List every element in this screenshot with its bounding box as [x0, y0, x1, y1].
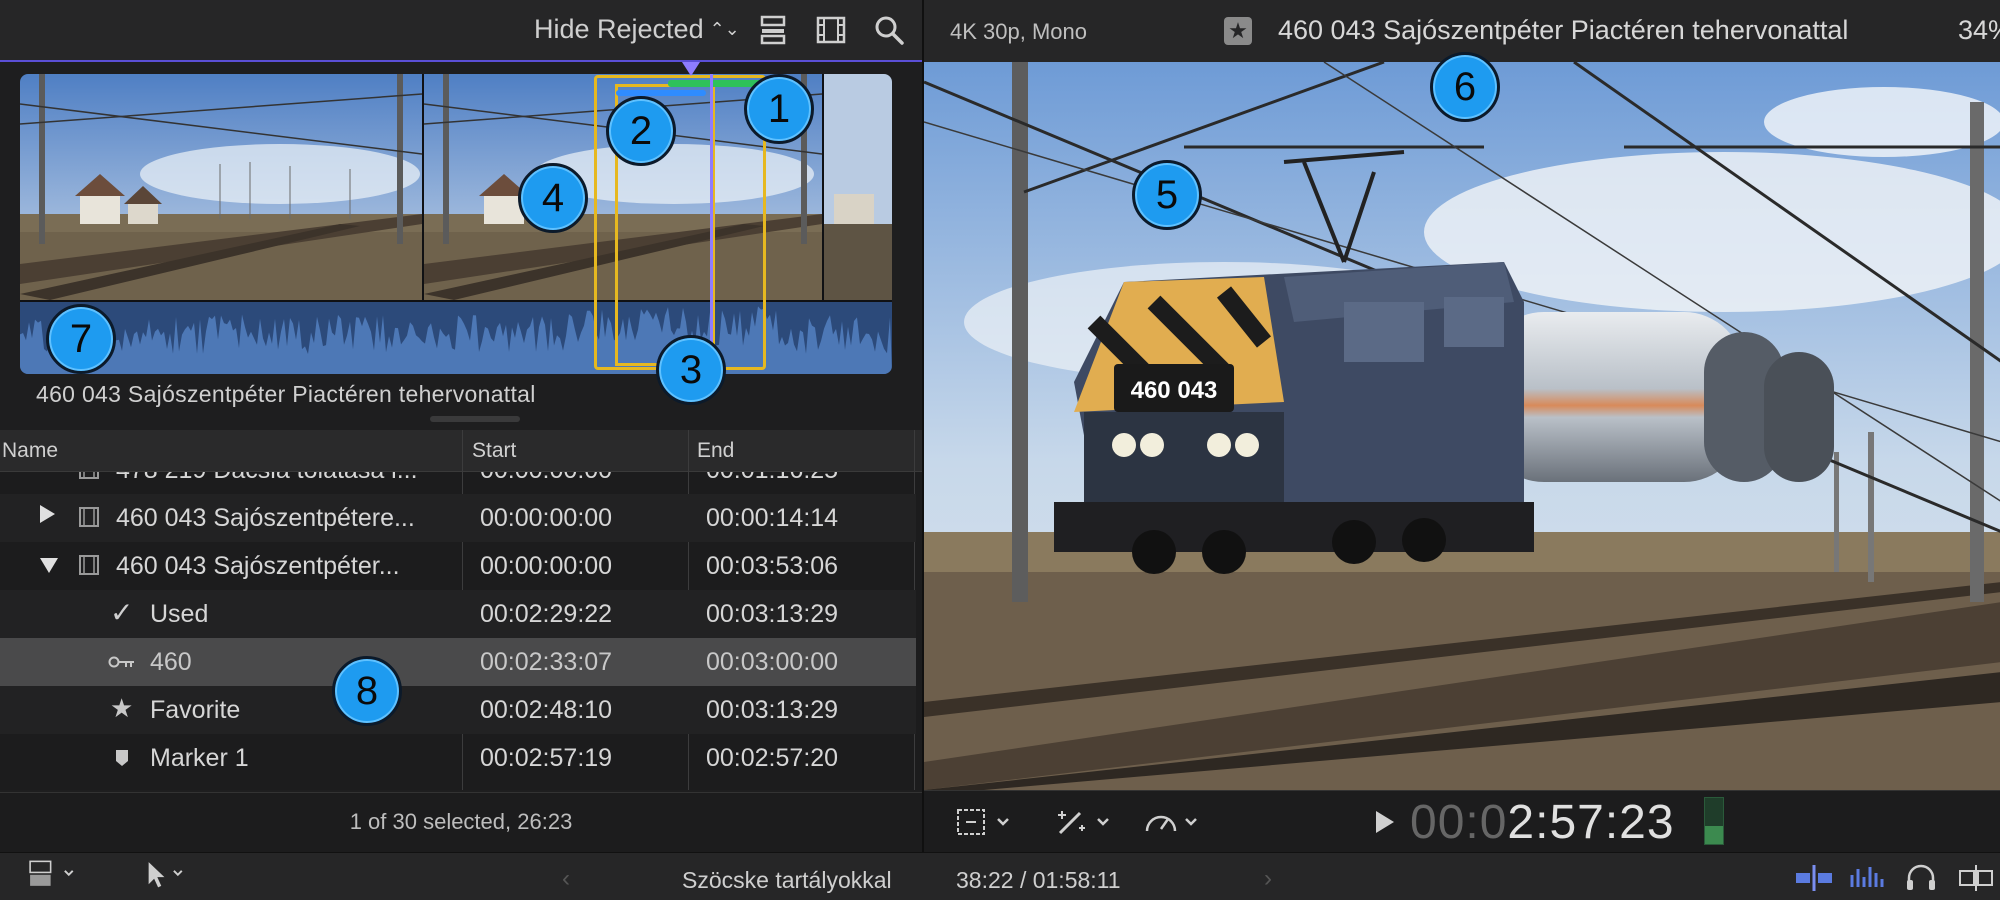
format-info: 4K 30p, Mono	[950, 19, 1087, 44]
keyword-range-bar	[616, 90, 706, 96]
star-icon: ★	[110, 693, 134, 723]
range-end: 00:03:00:00	[706, 648, 839, 676]
pane-divider-handle[interactable]	[430, 416, 520, 422]
clip-name: 460 043 Sajószentpéter...	[116, 552, 400, 580]
range-start: 00:02:33:07	[480, 648, 613, 676]
range-end: 00:03:13:29	[706, 600, 839, 628]
range-name: Marker 1	[150, 744, 249, 772]
chevron-updown-icon: ⌃⌄	[709, 19, 740, 39]
timeline-duration: 38:22 / 01:58:11	[956, 867, 1121, 893]
callout-1: 1	[744, 74, 814, 144]
column-header-name[interactable]: Name	[2, 439, 58, 463]
back-arrow-icon[interactable]: ‹	[562, 865, 570, 893]
callout-3: 3	[656, 335, 726, 405]
snapping-icon[interactable]	[1956, 863, 1996, 893]
search-icon[interactable]	[872, 13, 906, 47]
filmstrip-clip-title: 460 043 Sajószentpéter Piactéren tehervo…	[36, 381, 536, 407]
forward-arrow-icon[interactable]: ›	[1264, 865, 1272, 893]
clip-icon	[79, 472, 99, 479]
list-item[interactable]: ★ Favorite 00:02:48:10 00:03:13:29	[0, 686, 916, 734]
range-start: 00:02:48:10	[480, 696, 613, 724]
play-button[interactable]	[1376, 811, 1394, 833]
layout-icon[interactable]	[18, 859, 88, 889]
list-item[interactable]: 478 219 Dacsia tolatása l... 00:00:00:00…	[0, 472, 916, 494]
selection-status: 1 of 30 selected, 26:23	[349, 809, 573, 834]
favorite-star-icon: ★	[1224, 17, 1252, 45]
timecode-value: 2:57:23	[1507, 796, 1675, 849]
column-header-end[interactable]: End	[697, 439, 734, 463]
timecode-leading: 00:0	[1410, 796, 1508, 849]
bottom-bar: ‹ Szöcske tartályokkal 38:22 / 01:58:11 …	[0, 852, 2000, 900]
clip-start: 00:00:00:00	[480, 552, 613, 580]
callout-8: 8	[332, 656, 402, 726]
callout-7: 7	[46, 304, 116, 374]
project-name: Szöcske tartályokkal	[682, 867, 892, 893]
clip-icon	[79, 555, 99, 575]
filter-label: Hide Rejected	[534, 14, 704, 44]
list-item[interactable]: ✓ Used 00:02:29:22 00:03:13:29	[0, 590, 916, 638]
range-name: Used	[150, 600, 209, 628]
clip-start: 00:00:00:00	[480, 504, 613, 532]
retime-speedometer-icon[interactable]	[1142, 805, 1206, 839]
clip-end: 00:03:53:06	[706, 552, 839, 580]
range-end: 00:03:13:29	[706, 696, 839, 724]
browser-toolbar: Hide Rejected ⌃⌄	[0, 0, 922, 62]
locomotive-number-plate: 460 043	[1131, 377, 1218, 404]
clip-icon	[79, 507, 99, 527]
zoom-level[interactable]: 34%	[1958, 15, 2000, 46]
clip-skimming-icon[interactable]	[1794, 863, 1834, 893]
callout-6: 6	[1430, 52, 1500, 122]
list-header: Name Start End	[0, 430, 922, 472]
viewer-video-frame[interactable]: 460 043	[924, 62, 2000, 790]
clip-appearance-icon[interactable]	[756, 13, 790, 47]
range-name: Favorite	[150, 696, 241, 724]
marker-icon	[116, 750, 128, 766]
filmstrip-icon[interactable]	[814, 13, 848, 47]
filmstrip-thumbnail	[824, 74, 892, 300]
viewer-controls: 00:02:57:23	[924, 790, 2000, 852]
filter-popup[interactable]: Hide Rejected ⌃⌄	[534, 14, 740, 45]
disclosure-triangle-icon[interactable]	[40, 505, 55, 523]
range-name: 460	[150, 648, 192, 676]
checkmark-icon: ✓	[110, 597, 134, 628]
viewer-pane: 4K 30p, Mono ★ 460 043 Sajószentpéter Pi…	[922, 0, 2000, 852]
range-start: 00:02:57:19	[480, 744, 613, 772]
viewer-clip-title: 460 043 Sajószentpéter Piactéren tehervo…	[1278, 15, 1849, 45]
clip-list: Name Start End 478 219 Dacsia tolatása l…	[0, 430, 922, 790]
list-item[interactable]: 460 043 Sajószentpétere... 00:00:00:00 0…	[0, 494, 916, 542]
timecode-display[interactable]: 00:02:57:23	[1410, 795, 1675, 850]
list-item[interactable]: 460 043 Sajószentpéter... 00:00:00:00 00…	[0, 542, 916, 590]
column-header-start[interactable]: Start	[472, 439, 516, 463]
playhead-marker-icon[interactable]	[682, 62, 700, 76]
browser-footer: 1 of 30 selected, 26:23	[0, 792, 922, 852]
clip-start: 00:00:00:00	[480, 472, 612, 485]
range-start: 00:02:29:22	[480, 600, 613, 628]
skimmer-playhead[interactable]	[710, 74, 713, 374]
range-end: 00:02:57:20	[706, 744, 839, 772]
audio-meter[interactable]	[1704, 797, 1724, 845]
clip-end: 00:01:16:25	[706, 472, 838, 485]
audio-skimming-icon[interactable]	[1846, 863, 1886, 893]
list-item[interactable]: Marker 1 00:02:57:19 00:02:57:20	[0, 734, 916, 782]
transform-icon[interactable]	[954, 805, 1014, 839]
filmstrip-thumbnail	[20, 74, 422, 300]
callout-4: 4	[518, 163, 588, 233]
list-rows: 478 219 Dacsia tolatása l... 00:00:00:00…	[0, 472, 916, 790]
headphones-icon[interactable]	[1904, 863, 1938, 893]
list-item[interactable]: 460 00:02:33:07 00:03:00:00	[0, 638, 916, 686]
enhancements-wand-icon[interactable]	[1052, 805, 1116, 839]
clip-end: 00:00:14:14	[706, 504, 839, 532]
keyword-icon	[108, 656, 134, 668]
callout-2: 2	[606, 96, 676, 166]
callout-5: 5	[1132, 160, 1202, 230]
disclosure-triangle-icon[interactable]	[40, 558, 58, 573]
select-tool-arrow-icon[interactable]	[136, 859, 196, 889]
clip-name: 460 043 Sajószentpétere...	[116, 504, 415, 532]
clip-name: 478 219 Dacsia tolatása l...	[116, 472, 418, 485]
